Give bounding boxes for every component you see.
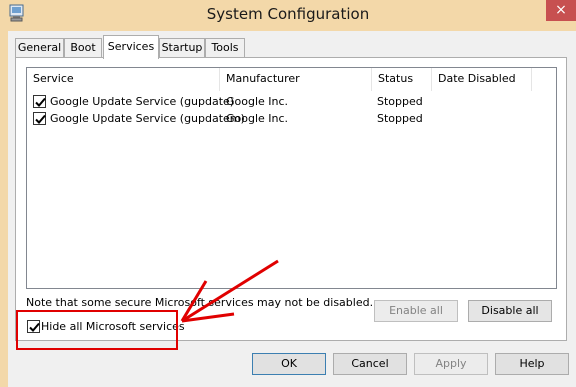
table-row[interactable]: Google Update Service (gupdatem) Google … bbox=[27, 110, 556, 127]
tab-boot-label: Boot bbox=[70, 41, 96, 54]
tab-startup-label: Startup bbox=[161, 41, 203, 54]
tab-general-label: General bbox=[17, 41, 62, 54]
close-button[interactable]: × bbox=[546, 0, 576, 21]
help-button[interactable]: Help bbox=[495, 353, 569, 375]
tab-tools-label: Tools bbox=[211, 41, 239, 54]
tab-services[interactable]: Services bbox=[103, 35, 159, 59]
column-header-status[interactable]: Status bbox=[372, 68, 432, 91]
tab-boot[interactable]: Boot bbox=[64, 38, 102, 58]
service-manufacturer: Google Inc. bbox=[226, 95, 289, 108]
disable-all-button[interactable]: Disable all bbox=[468, 300, 552, 322]
tab-startup[interactable]: Startup bbox=[159, 38, 205, 58]
enable-all-button[interactable]: Enable all bbox=[374, 300, 458, 322]
column-header-manufacturer[interactable]: Manufacturer bbox=[220, 68, 372, 91]
close-icon: × bbox=[555, 2, 567, 18]
checkmark-icon bbox=[35, 114, 46, 124]
tab-services-label: Services bbox=[107, 40, 155, 53]
tab-general[interactable]: General bbox=[15, 38, 64, 58]
ok-button[interactable]: OK bbox=[252, 353, 326, 375]
apply-button[interactable]: Apply bbox=[414, 353, 488, 375]
services-list[interactable]: Service Manufacturer Status Date Disable… bbox=[26, 67, 557, 289]
service-status: Stopped bbox=[377, 112, 423, 125]
annotation-arrow-icon bbox=[180, 259, 279, 323]
checkmark-icon bbox=[35, 97, 46, 107]
annotation-highlight-box bbox=[16, 310, 178, 350]
column-header-date-disabled[interactable]: Date Disabled bbox=[432, 68, 532, 91]
cancel-button[interactable]: Cancel bbox=[333, 353, 407, 375]
service-status: Stopped bbox=[377, 95, 423, 108]
service-checkbox[interactable] bbox=[33, 95, 46, 108]
service-checkbox[interactable] bbox=[33, 112, 46, 125]
service-name: Google Update Service (gupdatem) bbox=[50, 112, 245, 125]
service-name: Google Update Service (gupdate) bbox=[50, 95, 235, 108]
service-manufacturer: Google Inc. bbox=[226, 112, 289, 125]
tab-tools[interactable]: Tools bbox=[205, 38, 245, 58]
window-title: System Configuration bbox=[206, 5, 370, 23]
table-row[interactable]: Google Update Service (gupdate) Google I… bbox=[27, 93, 556, 110]
column-header-service[interactable]: Service bbox=[27, 68, 220, 91]
